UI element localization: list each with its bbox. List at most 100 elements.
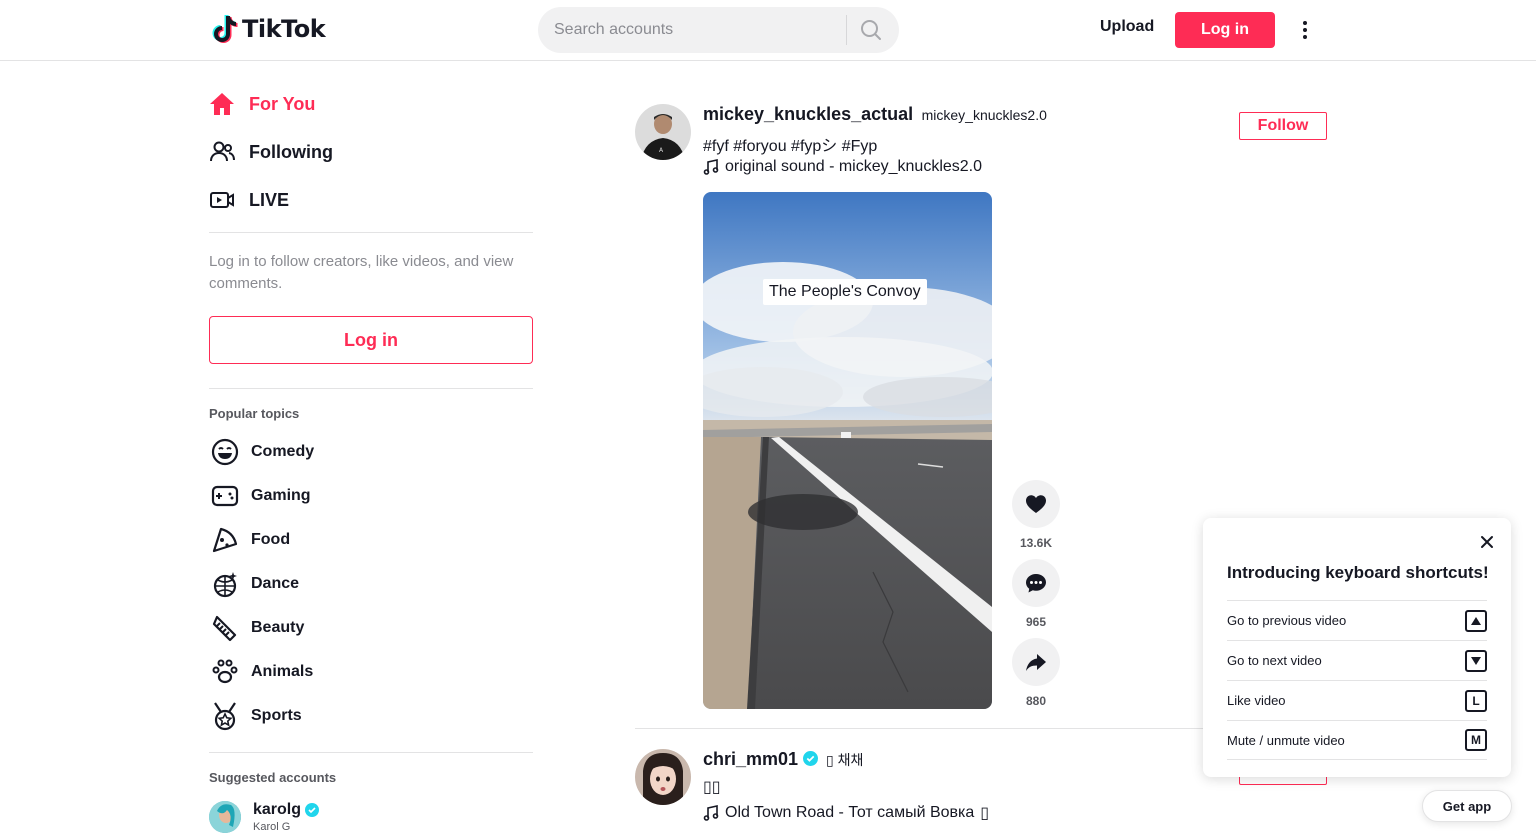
search-input[interactable] [554, 19, 844, 41]
top-header: TikTok Upload Log in [0, 0, 1536, 61]
keyboard-shortcuts-popup: Introducing keyboard shortcuts! Go to pr… [1203, 518, 1511, 777]
arrow-down-key-icon [1465, 649, 1487, 672]
more-dot-icon [1303, 21, 1307, 25]
shortcut-key: L [1465, 689, 1487, 712]
sidebar-login-button[interactable]: Log in [209, 316, 533, 364]
topic-label: Comedy [251, 443, 315, 460]
topic-label: Gaming [251, 487, 311, 504]
post-caption: #fyf #foryou #fypシ #Fyp [703, 138, 878, 155]
search-icon [861, 20, 881, 40]
avatar[interactable]: A [635, 104, 691, 160]
shortcut-label: Go to next video [1227, 653, 1322, 668]
shortcut-label: Go to previous video [1227, 613, 1347, 628]
post-header: chri_mm01 ▯ 채채 [703, 749, 863, 770]
popular-topics-title: Popular topics [209, 406, 300, 421]
follow-button[interactable]: Follow [1239, 112, 1327, 140]
more-dot-icon [1303, 35, 1307, 39]
search-bar [538, 7, 899, 53]
topic-dance[interactable]: Dance [209, 569, 299, 599]
like-button[interactable] [1012, 480, 1060, 528]
nav-label: Following [249, 141, 333, 162]
nickname-text: 채채 [837, 752, 864, 768]
topic-food[interactable]: Food [209, 525, 290, 555]
glyph-placeholder-icon: ▯▯ [703, 779, 721, 796]
video-frame [703, 192, 992, 709]
shortcut-label: Like video [1227, 693, 1286, 708]
suggested-display-name: Karol G [253, 821, 291, 833]
avatar [209, 801, 241, 833]
verified-icon [305, 803, 320, 817]
topic-sports[interactable]: Sports [209, 701, 302, 731]
post-music[interactable]: original sound - mickey_knuckles2.0 [703, 158, 982, 176]
music-title: Old Town Road - Тот самый Вовка [725, 804, 975, 821]
post-nickname: ▯ 채채 [826, 752, 863, 768]
get-app-button[interactable]: Get app [1422, 790, 1512, 822]
video-text-overlay: The People's Convoy [763, 279, 927, 305]
like-count: 13.6K [1019, 536, 1053, 550]
sidebar-divider [209, 388, 533, 389]
comb-icon [209, 613, 241, 643]
nav-label: For You [249, 93, 316, 114]
share-icon [1026, 654, 1046, 671]
avatar[interactable] [635, 749, 691, 805]
topic-comedy[interactable]: Comedy [209, 437, 314, 467]
comment-button[interactable] [1012, 559, 1060, 607]
topic-gaming[interactable]: Gaming [209, 481, 311, 511]
post-username[interactable]: chri_mm01 [703, 749, 798, 769]
smile-icon [209, 437, 241, 467]
topic-beauty[interactable]: Beauty [209, 613, 304, 643]
tiktok-logo[interactable]: TikTok [212, 14, 326, 44]
suggested-accounts-title: Suggested accounts [209, 770, 337, 785]
topic-animals[interactable]: Animals [209, 657, 313, 687]
video-player[interactable]: The People's Convoy [703, 192, 992, 709]
suggested-account[interactable]: karolg Karol G [209, 801, 320, 833]
comment-action[interactable]: 965 [1012, 559, 1060, 629]
close-button[interactable] [1479, 534, 1495, 550]
music-note-icon [703, 805, 719, 821]
upload-link[interactable]: Upload [1100, 18, 1154, 36]
disco-ball-icon [209, 569, 241, 599]
like-action[interactable]: 13.6K [1012, 480, 1060, 550]
shortcut-row: Mute / unmute video M [1227, 720, 1487, 760]
post-username[interactable]: mickey_knuckles_actual [703, 104, 913, 124]
share-button[interactable] [1012, 638, 1060, 686]
nav-following[interactable]: Following [209, 137, 333, 167]
suggested-username-row: karolg [253, 801, 320, 819]
comment-icon [1026, 574, 1046, 593]
comment-count: 965 [1025, 615, 1047, 629]
shortcut-row: Go to previous video [1227, 600, 1487, 640]
heart-icon [1026, 495, 1046, 513]
users-icon [209, 137, 241, 167]
post-music[interactable]: Old Town Road - Тот самый Вовка ▯ [703, 803, 989, 823]
logo-text: TikTok [242, 15, 326, 43]
music-note-icon [703, 159, 719, 175]
login-prompt-text: Log in to follow creators, like videos, … [209, 253, 514, 292]
more-menu-button[interactable] [1295, 18, 1315, 42]
suggested-username: karolg [253, 801, 302, 818]
topic-label: Sports [251, 707, 302, 724]
topic-label: Food [251, 531, 291, 548]
nav-for-you[interactable]: For You [209, 89, 315, 119]
verified-icon [802, 751, 818, 766]
post-caption: ▯▯ [703, 777, 721, 797]
gamepad-icon [209, 481, 241, 511]
home-icon [209, 89, 241, 119]
post-header: mickey_knuckles_actual mickey_knuckles2.… [703, 104, 1047, 125]
share-action[interactable]: 880 [1012, 638, 1060, 708]
shortcut-row: Like video L [1227, 680, 1487, 720]
tiktok-note-icon [212, 15, 238, 43]
shortcut-key: M [1465, 729, 1487, 751]
close-icon [1481, 536, 1493, 548]
glyph-placeholder-icon: ▯ [980, 805, 990, 822]
sidebar-divider [209, 752, 533, 753]
post-nickname: mickey_knuckles2.0 [921, 107, 1047, 123]
sidebar-divider [209, 232, 533, 233]
live-icon [209, 185, 241, 215]
shortcuts-title: Introducing keyboard shortcuts! [1227, 563, 1489, 582]
login-button[interactable]: Log in [1175, 12, 1275, 48]
music-title: original sound - mickey_knuckles2.0 [725, 158, 983, 175]
nav-live[interactable]: LIVE [209, 185, 289, 215]
medal-icon [209, 701, 241, 731]
search-divider [846, 15, 847, 45]
search-button[interactable] [856, 18, 886, 42]
